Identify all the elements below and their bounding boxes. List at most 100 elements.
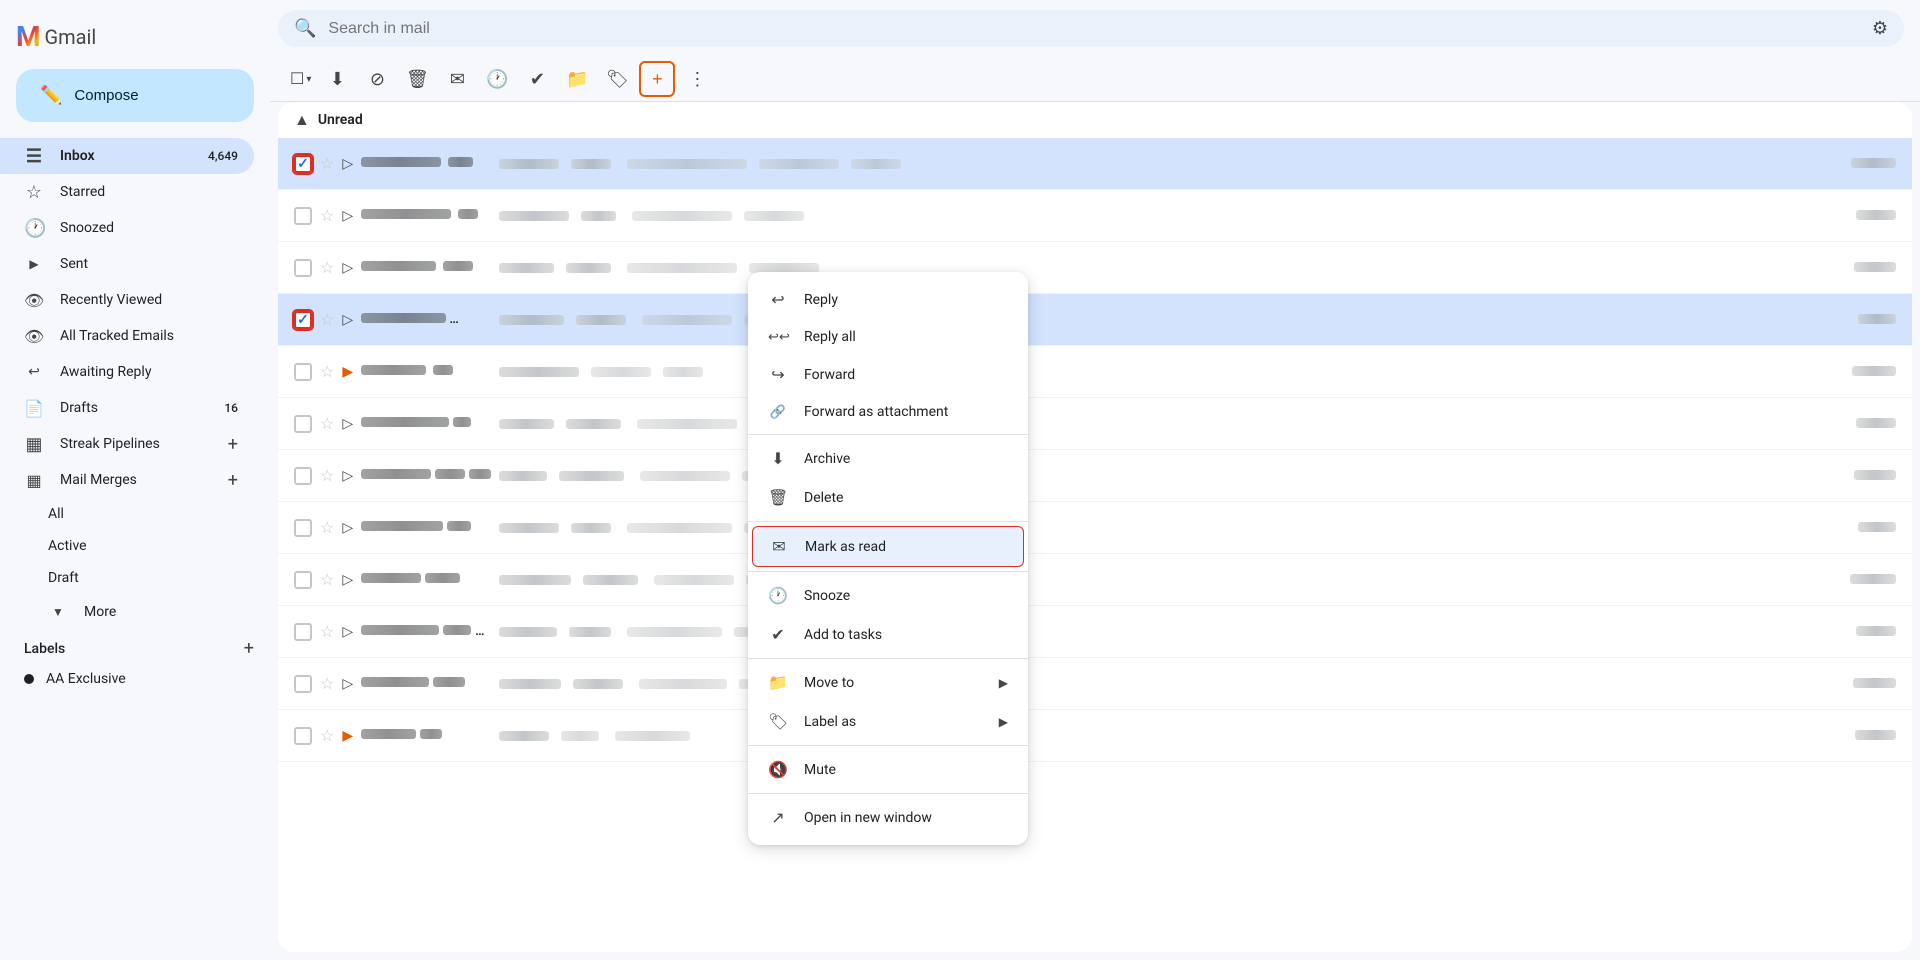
labels-add-button[interactable]: + — [244, 638, 254, 659]
email-sender-3 — [361, 260, 491, 275]
email-checkbox-7[interactable] — [294, 467, 312, 485]
move-to-button[interactable]: 📁 — [559, 61, 595, 97]
menu-item-archive[interactable]: ⬇ Archive — [748, 439, 1028, 478]
label-as-arrow-icon: ▶ — [999, 715, 1008, 729]
star-icon-12[interactable]: ☆ — [320, 726, 334, 745]
add-to-tasks-icon: ✔ — [530, 69, 545, 90]
report-spam-button[interactable]: ⊘ — [359, 61, 395, 97]
add-label-button[interactable]: + — [639, 61, 675, 97]
label-item-aa-exclusive[interactable]: AA Exclusive — [0, 663, 254, 695]
inbox-count: 4,649 — [208, 149, 238, 163]
email-checkbox-1[interactable]: ✓ — [294, 155, 312, 173]
sidebar-item-awaiting-reply[interactable]: ↩ Awaiting Reply — [0, 354, 254, 390]
sidebar-item-drafts[interactable]: 📄 Drafts 16 — [0, 390, 254, 426]
email-snippet-3 — [499, 263, 1838, 273]
snooze-button[interactable]: 🕐 — [479, 61, 515, 97]
star-icon-8[interactable]: ☆ — [320, 518, 334, 537]
star-icon-6[interactable]: ☆ — [320, 414, 334, 433]
sidebar-item-starred[interactable]: ☆ Starred — [0, 174, 254, 210]
email-checkbox-5[interactable] — [294, 363, 312, 381]
email-checkbox-4[interactable]: ✓ — [294, 311, 312, 329]
menu-item-forward[interactable]: ↪ Forward — [748, 355, 1028, 394]
email-checkbox-11[interactable] — [294, 675, 312, 693]
sidebar-item-snoozed[interactable]: 🕐 Snoozed — [0, 210, 254, 246]
more-options-button[interactable]: ⋮ — [679, 61, 715, 97]
delete-button[interactable]: 🗑 — [399, 61, 435, 97]
menu-item-mute[interactable]: 🔇 Mute — [748, 750, 1028, 789]
star-icon-4[interactable]: ☆ — [320, 310, 334, 329]
menu-item-open-new-window[interactable]: ↗ Open in new window — [748, 798, 1028, 837]
sidebar-item-inbox[interactable]: ☰ Inbox 4,649 — [0, 138, 254, 174]
email-row[interactable]: ☆ ▶ — [278, 710, 1912, 762]
forward-icon-9: ▷ — [342, 572, 353, 588]
email-checkbox-2[interactable] — [294, 207, 312, 225]
search-input[interactable] — [328, 20, 1859, 38]
select-button[interactable]: ☐ ▾ — [286, 61, 315, 97]
menu-item-label-as[interactable]: 🏷 Label as ▶ — [748, 702, 1028, 741]
email-row[interactable]: ☆ ▶ — [278, 346, 1912, 398]
email-checkbox-9[interactable] — [294, 571, 312, 589]
star-icon-2[interactable]: ☆ — [320, 206, 334, 225]
email-row[interactable]: ☆ ▷ — [278, 658, 1912, 710]
sidebar-sub-item-active[interactable]: Active — [0, 530, 254, 562]
forward-icon-6: ▷ — [342, 416, 353, 432]
sidebar-sub-item-all[interactable]: All — [0, 498, 254, 530]
menu-divider-3 — [748, 571, 1028, 572]
email-snippet-10 — [499, 627, 1838, 637]
sidebar-item-label-mail-merges: Mail Merges — [60, 472, 212, 488]
filter-icon[interactable]: ⚙ — [1872, 18, 1888, 39]
email-checkbox-12[interactable] — [294, 727, 312, 745]
email-row[interactable]: ☆ ▷ — [278, 554, 1912, 606]
move-to-icon: 📁 — [566, 69, 588, 90]
sidebar-item-sent[interactable]: ▶ Sent — [0, 246, 254, 282]
menu-label-label-as: Label as — [804, 714, 983, 730]
star-icon-5[interactable]: ☆ — [320, 362, 334, 381]
star-icon-7[interactable]: ☆ — [320, 466, 334, 485]
menu-item-reply-all[interactable]: ↩↩ Reply all — [748, 319, 1028, 355]
email-sender-11 — [361, 676, 491, 691]
compose-button[interactable]: ✏️ Compose — [16, 69, 254, 122]
add-to-tasks-button[interactable]: ✔ — [519, 61, 555, 97]
menu-item-reply[interactable]: ↩ Reply — [748, 280, 1028, 319]
mark-unread-button[interactable]: ✉ — [439, 61, 475, 97]
email-row[interactable]: ☆ ▷ — [278, 450, 1912, 502]
menu-item-forward-attachment[interactable]: 🔗 Forward as attachment — [748, 394, 1028, 430]
email-row[interactable]: ☆ ▷ — [278, 606, 1912, 658]
sidebar-item-mail-merges[interactable]: ▦ Mail Merges + — [0, 462, 254, 498]
email-row[interactable]: ✓ ☆ ▷ — [278, 294, 1912, 346]
menu-item-snooze[interactable]: 🕐 Snooze — [748, 576, 1028, 615]
email-checkbox-10[interactable] — [294, 623, 312, 641]
email-checkbox-6[interactable] — [294, 415, 312, 433]
email-sender-5 — [361, 364, 491, 379]
archive-icon: ⬇ — [330, 69, 345, 90]
menu-item-add-to-tasks[interactable]: ✔ Add to tasks — [748, 615, 1028, 654]
forward-menu-icon: ↪ — [768, 365, 788, 384]
star-icon-1[interactable]: ☆ — [320, 154, 334, 173]
sidebar-sub-item-draft[interactable]: Draft — [0, 562, 254, 594]
section-chevron-icon[interactable]: ▲ — [294, 110, 310, 130]
labels-button[interactable]: 🏷 — [599, 61, 635, 97]
sidebar-item-recently-viewed[interactable]: 👁 Recently Viewed — [0, 282, 254, 318]
menu-item-move-to[interactable]: 📁 Move to ▶ — [748, 663, 1028, 702]
email-sender-6 — [361, 416, 491, 431]
star-icon-10[interactable]: ☆ — [320, 622, 334, 641]
email-checkbox-8[interactable] — [294, 519, 312, 537]
sidebar-item-all-tracked[interactable]: 👁 All Tracked Emails — [0, 318, 254, 354]
sidebar-item-more[interactable]: ▼ More — [0, 594, 254, 630]
email-row[interactable]: ✓ ☆ ▷ — [278, 138, 1912, 190]
streak-add-button[interactable]: + — [228, 434, 238, 455]
sidebar-item-streak[interactable]: ▦ Streak Pipelines + — [0, 426, 254, 462]
star-icon-11[interactable]: ☆ — [320, 674, 334, 693]
email-row[interactable]: ☆ ▷ — [278, 190, 1912, 242]
email-row[interactable]: ☆ ▷ — [278, 398, 1912, 450]
email-checkbox-3[interactable] — [294, 259, 312, 277]
star-icon-3[interactable]: ☆ — [320, 258, 334, 277]
sub-item-label-draft: Draft — [48, 570, 79, 586]
star-icon-9[interactable]: ☆ — [320, 570, 334, 589]
menu-item-mark-as-read[interactable]: ✉ Mark as read — [752, 526, 1024, 567]
archive-button[interactable]: ⬇ — [319, 61, 355, 97]
mail-merges-add-button[interactable]: + — [228, 470, 238, 491]
email-row[interactable]: ☆ ▷ — [278, 502, 1912, 554]
menu-item-delete[interactable]: 🗑 Delete — [748, 478, 1028, 517]
email-row[interactable]: ☆ ▷ — [278, 242, 1912, 294]
